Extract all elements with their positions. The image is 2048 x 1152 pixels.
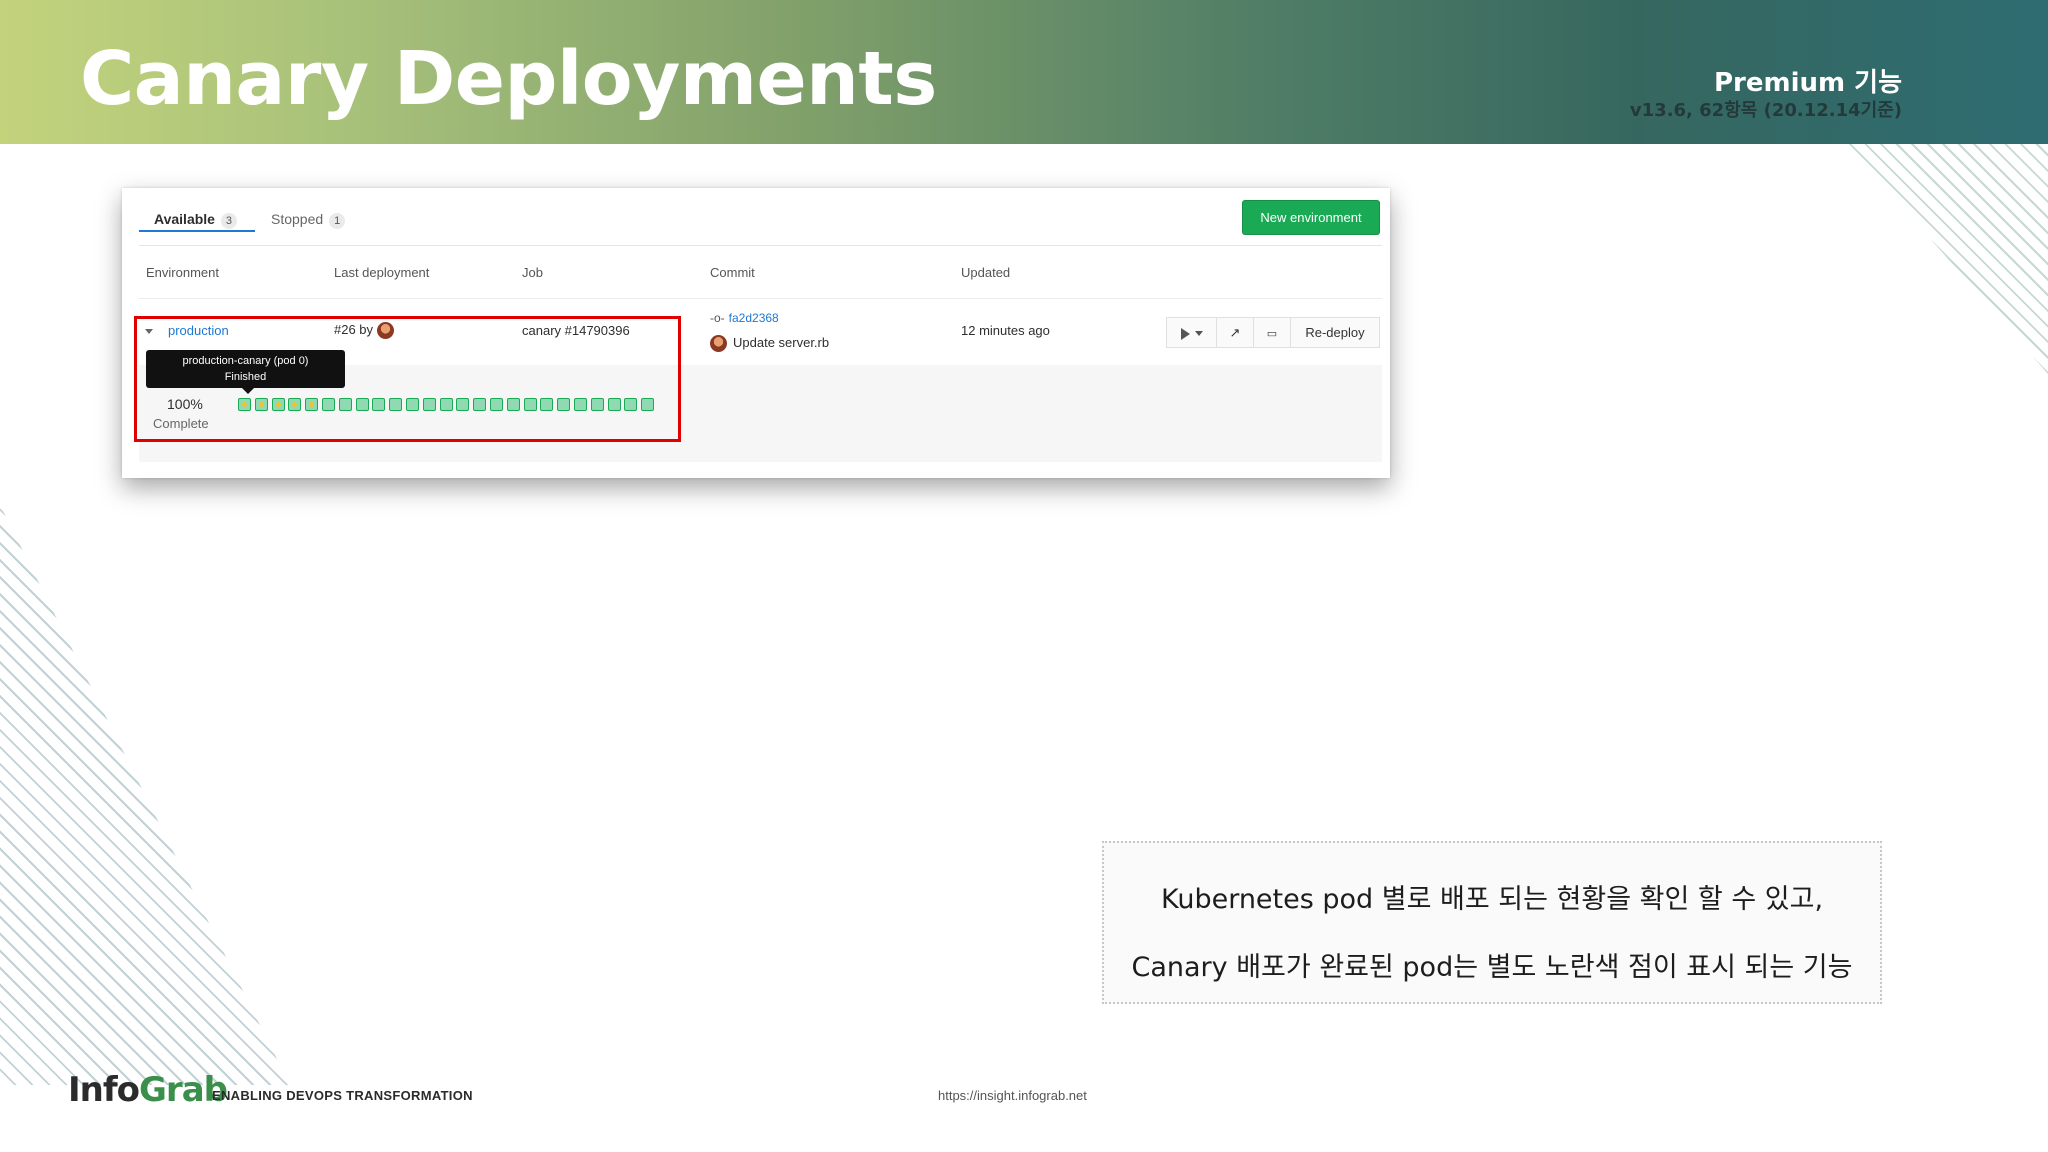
environments-screenshot: Available 3 Stopped 1 New environment Envi… xyxy=(122,188,1390,478)
commit-author-avatar[interactable] xyxy=(710,335,727,353)
header-divider xyxy=(139,298,1382,299)
terminal-button[interactable]: ▭ xyxy=(1253,317,1291,348)
commit-ref: -o-fa2d2368 xyxy=(710,311,779,325)
highlight-box xyxy=(134,316,681,442)
new-environment-button[interactable]: New environment xyxy=(1242,200,1380,235)
play-icon xyxy=(1180,327,1190,340)
tab-available-label: Available xyxy=(154,211,215,227)
tab-available-count: 3 xyxy=(220,213,237,229)
updated-time: 12 minutes ago xyxy=(961,323,1050,338)
commit-sha-link[interactable]: fa2d2368 xyxy=(729,311,779,325)
infograb-logo: InfoGrab xyxy=(68,1070,228,1110)
column-header-commit: Commit xyxy=(710,265,755,280)
column-header-updated: Updated xyxy=(961,265,1011,280)
commit-message-row: Update server.rb xyxy=(710,335,829,353)
footer-url: https://insight.infograb.net xyxy=(938,1088,1087,1103)
page-title: Canary Deployments xyxy=(80,36,937,122)
decorative-stripes-top-right xyxy=(1848,144,2048,374)
decorative-stripes-bottom-left xyxy=(0,505,290,1085)
redeploy-button[interactable]: Re-deploy xyxy=(1290,317,1380,348)
tab-stopped[interactable]: Stopped 1 xyxy=(269,202,359,232)
column-header-job: Job xyxy=(522,265,543,280)
column-header-last-deployment: Last deployment xyxy=(334,265,430,280)
commit-icon: -o- xyxy=(710,311,725,325)
footer-tagline: ENABLING DEVOPS TRANSFORMATION xyxy=(212,1088,473,1103)
tab-divider xyxy=(139,245,1382,246)
terminal-icon: ▭ xyxy=(1266,328,1278,340)
premium-badge: Premium 기능 xyxy=(1713,68,1902,98)
chevron-down-icon xyxy=(1194,331,1203,337)
external-link-icon: ↗ xyxy=(1229,325,1241,340)
commit-message-link[interactable]: Update server.rb xyxy=(733,335,829,350)
tab-stopped-count: 1 xyxy=(329,213,346,229)
logo-part-info: Info xyxy=(68,1070,140,1110)
column-header-environment: Environment xyxy=(146,265,219,280)
description-box: Kubernetes pod 별로 배포 되는 현황을 확인 할 수 있고, C… xyxy=(1102,841,1882,1004)
description-line-1: Kubernetes pod 별로 배포 되는 현황을 확인 할 수 있고, xyxy=(1160,884,1824,915)
version-note: v13.6, 62항목 (20.12.14기준) xyxy=(1629,100,1902,121)
play-dropdown-button[interactable] xyxy=(1166,317,1217,348)
open-live-environment-button[interactable]: ↗ xyxy=(1216,317,1254,348)
tab-stopped-label: Stopped xyxy=(271,211,324,227)
tab-available[interactable]: Available 3 xyxy=(139,202,255,232)
description-line-2: Canary 배포가 완료된 pod는 별도 노란색 점이 표시 되는 기능 xyxy=(1131,952,1853,983)
